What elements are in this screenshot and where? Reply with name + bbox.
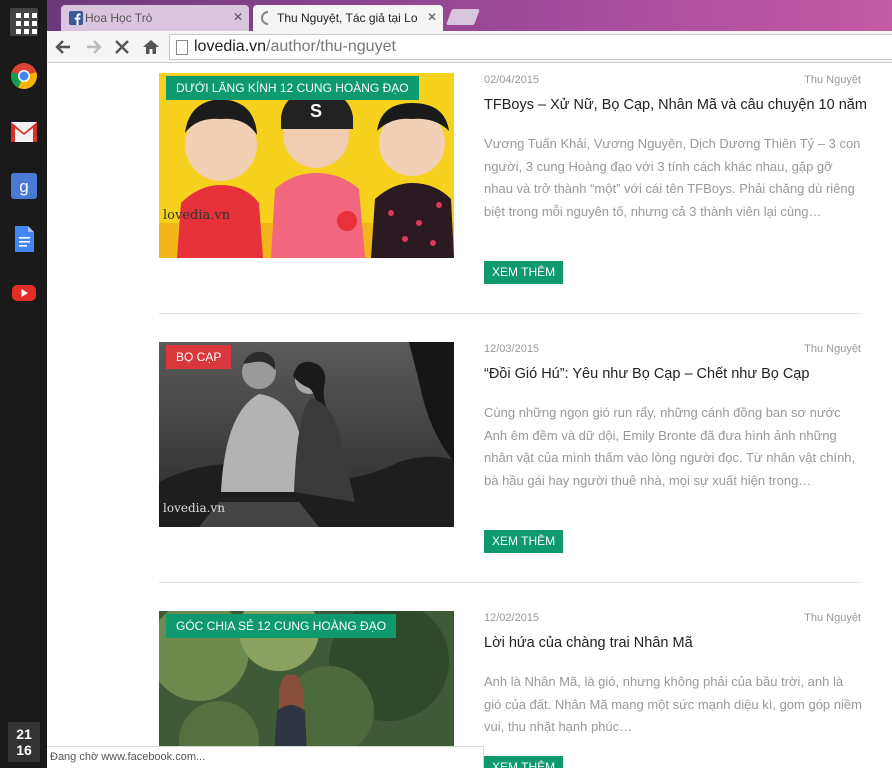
- post-thumbnail[interactable]: S lovedia.vn: [159, 73, 454, 258]
- svg-text:g: g: [19, 177, 28, 196]
- post-title[interactable]: TFBoys – Xử Nữ, Bọ Cạp, Nhân Mã và câu c…: [484, 97, 867, 113]
- page-content: S lovedia.vn DƯỚI LĂNG KÍNH 12 CUNG HOÀN…: [47, 63, 892, 768]
- category-badge[interactable]: GÓC CHIA SẺ 12 CUNG HOÀNG ĐẠO: [166, 614, 397, 638]
- tab-strip: Hoa Học Trò ✕ Thu Nguyệt, Tác giả tại Lo…: [47, 0, 892, 31]
- tab-hoa-hoc-tro[interactable]: Hoa Học Trò ✕: [61, 5, 249, 31]
- read-more-button[interactable]: XEM THÊM: [484, 756, 564, 768]
- facebook-icon: [69, 11, 83, 25]
- tab-label: Hoa Học Trò: [85, 11, 153, 25]
- browser-toolbar: lovedia.vn/author/thu-nguyet: [47, 31, 892, 63]
- browser-window: Hoa Học Trò ✕ Thu Nguyệt, Tác giả tại Lo…: [47, 0, 892, 768]
- system-clock[interactable]: 21 16: [8, 722, 40, 762]
- tab-close-icon[interactable]: ✕: [427, 10, 437, 24]
- home-icon: [143, 40, 159, 54]
- post-thumbnail[interactable]: lovedia.vn: [159, 342, 454, 527]
- home-button[interactable]: [140, 36, 162, 58]
- stop-icon: [115, 40, 129, 54]
- stop-button[interactable]: [111, 36, 133, 58]
- tab-close-icon[interactable]: ✕: [233, 10, 243, 24]
- post-divider: [159, 313, 861, 314]
- svg-text:S: S: [310, 101, 322, 121]
- address-bar[interactable]: lovedia.vn/author/thu-nguyet: [169, 34, 892, 60]
- tab-label: Thu Nguyệt, Tác giả tại Lo: [277, 11, 418, 25]
- post-title[interactable]: “Đồi Gió Hú”: Yêu như Bọ Cạp – Chết như …: [484, 366, 864, 382]
- clock-hour: 21: [16, 726, 32, 742]
- post-divider: [159, 582, 861, 583]
- category-badge[interactable]: DƯỚI LĂNG KÍNH 12 CUNG HOÀNG ĐẠO: [166, 76, 419, 100]
- post-excerpt: Cùng những ngọn gió run rẩy, những cánh …: [484, 405, 856, 488]
- url-path: /author/thu-nguyet: [266, 38, 396, 55]
- loading-icon: [261, 11, 269, 25]
- forward-arrow-icon: [87, 40, 102, 54]
- app-launcher-icon[interactable]: [10, 8, 38, 36]
- post-author[interactable]: Thu Nguyệt: [804, 343, 861, 355]
- post-date: 12/02/2015: [484, 612, 540, 624]
- read-more-button[interactable]: XEM THÊM: [484, 261, 564, 284]
- os-shelf: g 21 16: [0, 0, 47, 768]
- status-bar: Đang chờ www.facebook.com...: [47, 746, 484, 768]
- chrome-icon[interactable]: [10, 62, 38, 90]
- back-button[interactable]: [53, 36, 75, 58]
- post-author[interactable]: Thu Nguyệt: [804, 74, 861, 86]
- google-search-icon[interactable]: g: [10, 172, 38, 200]
- clock-minute: 16: [16, 742, 32, 758]
- read-more-button[interactable]: XEM THÊM: [484, 530, 564, 553]
- back-arrow-icon: [55, 40, 70, 54]
- post-date: 02/04/2015: [484, 74, 540, 86]
- youtube-icon[interactable]: [10, 279, 38, 307]
- url-host: lovedia.vn: [194, 38, 267, 55]
- forward-button[interactable]: [82, 36, 104, 58]
- google-docs-icon[interactable]: [10, 225, 38, 253]
- image-watermark: lovedia.vn: [163, 208, 231, 223]
- category-badge[interactable]: BỌ CẠP: [166, 345, 232, 369]
- image-watermark: lovedia.vn: [163, 501, 225, 515]
- page-icon: [176, 40, 188, 55]
- post-title[interactable]: Lời hứa của chàng trai Nhân Mã: [484, 635, 864, 651]
- new-tab-button[interactable]: [446, 9, 480, 25]
- post-excerpt: Anh là Nhân Mã, là gió, nhưng không phải…: [484, 674, 862, 734]
- post-author[interactable]: Thu Nguyệt: [804, 612, 861, 624]
- tab-thu-nguyet[interactable]: Thu Nguyệt, Tác giả tại Lo ✕: [253, 5, 443, 31]
- post-excerpt: Vương Tuấn Khải, Vương Nguyên, Dịch Dươn…: [484, 136, 861, 219]
- post-date: 12/03/2015: [484, 343, 540, 355]
- gmail-icon[interactable]: [10, 118, 38, 146]
